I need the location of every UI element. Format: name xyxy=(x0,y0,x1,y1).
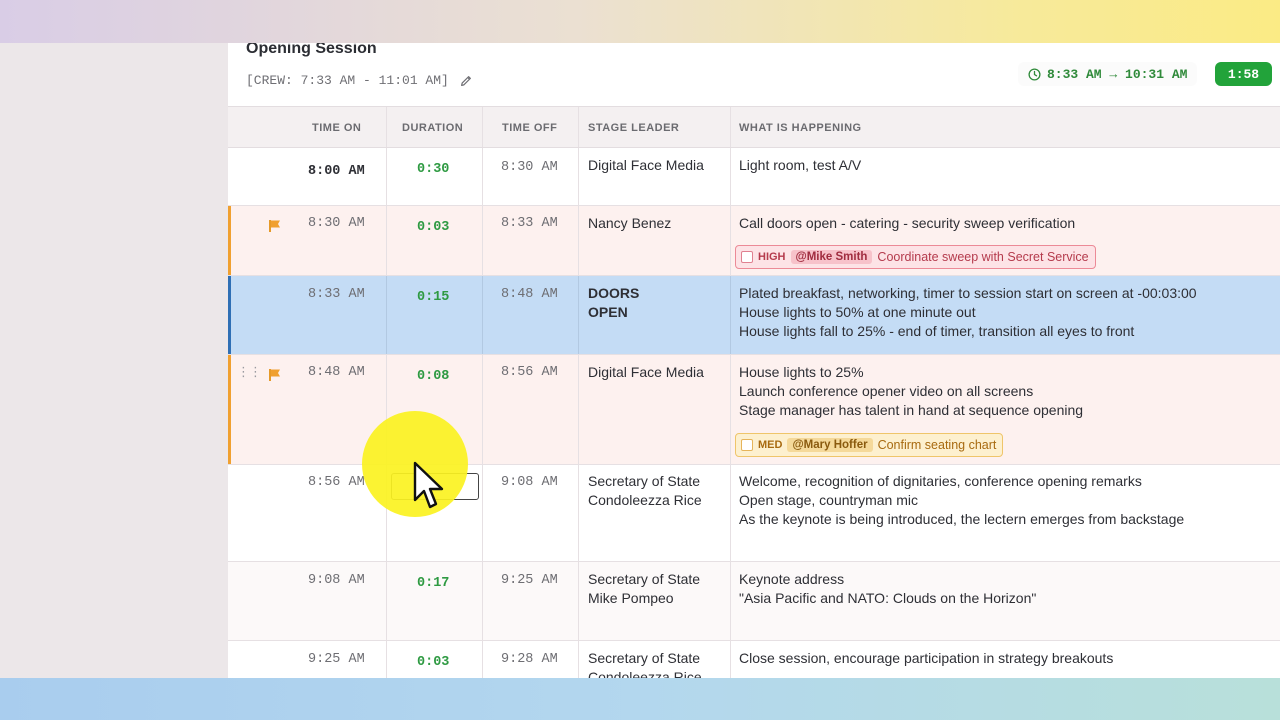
col-time-off[interactable]: TIME OFF xyxy=(502,107,557,148)
table-row[interactable]: 8:30 AM 0:03 8:33 AM Nancy Benez Call do… xyxy=(228,206,1280,276)
task-text: Confirm seating chart xyxy=(877,438,997,452)
left-pane xyxy=(0,43,228,678)
duration[interactable]: 0:30 xyxy=(417,160,449,179)
happening[interactable]: Keynote address "Asia Pacific and NATO: … xyxy=(739,570,1036,608)
happening-line: House lights fall to 25% - end of timer,… xyxy=(739,323,1135,339)
table-row[interactable]: 8:00 AM 0:30 8:30 AM Digital Face Media … xyxy=(228,148,1280,206)
happening-line: "Asia Pacific and NATO: Clouds on the Ho… xyxy=(739,590,1037,606)
time-on[interactable]: 9:25 AM xyxy=(308,650,365,669)
duration[interactable]: 0:17 xyxy=(417,574,449,593)
duration[interactable]: 0:03 xyxy=(417,653,449,672)
session-time-range: 8:33 AM → 10:31 AM xyxy=(1018,62,1198,86)
stage-leader[interactable]: Digital Face Media xyxy=(588,156,704,175)
happening-line[interactable]: Call doors open - catering - security sw… xyxy=(739,214,1075,233)
stage-leader-line: Secretary of State xyxy=(588,650,701,666)
stage-leader[interactable]: Digital Face Media xyxy=(588,363,704,382)
stage-leader-line: Secretary of State xyxy=(588,571,701,587)
col-what-is-happening[interactable]: WHAT IS HAPPENING xyxy=(739,107,862,148)
happening-line: Plated breakfast, networking, timer to s… xyxy=(739,285,1197,301)
time-on[interactable]: 9:08 AM xyxy=(308,571,365,590)
happening-line[interactable]: Close session, encourage participation i… xyxy=(739,649,1113,668)
time-off[interactable]: 9:08 AM xyxy=(501,473,558,492)
time-off[interactable]: 9:25 AM xyxy=(501,571,558,590)
table-header: TIME ON DURATION TIME OFF STAGE LEADER W… xyxy=(228,106,1280,148)
table-row[interactable]: 9:25 AM 0:03 9:28 AM Secretary of State … xyxy=(228,641,1280,678)
top-backdrop xyxy=(0,0,1280,43)
session-title: Opening Session xyxy=(246,43,377,57)
happening-line: Open stage, countryman mic xyxy=(739,492,918,508)
time-on[interactable]: 8:33 AM xyxy=(308,285,365,304)
run-of-show-panel: Opening Session [CREW: 7:33 AM - 11:01 A… xyxy=(228,43,1280,678)
happening[interactable]: Plated breakfast, networking, timer to s… xyxy=(739,284,1197,341)
task-priority: HIGH xyxy=(758,251,786,263)
stage-leader-line: Condoleezza Rice xyxy=(588,669,702,678)
time-on[interactable]: 8:56 AM xyxy=(308,473,365,492)
flag-icon[interactable] xyxy=(268,368,282,382)
task-priority: MED xyxy=(758,439,783,451)
elapsed-badge: 1:58 xyxy=(1215,62,1272,86)
task-checkbox[interactable] xyxy=(741,439,753,451)
duration[interactable]: 0:15 xyxy=(417,288,449,307)
crew-times-label: [CREW: 7:33 AM - 11:01 AM] xyxy=(246,73,449,88)
table-row-active[interactable]: 8:33 AM 0:15 8:48 AM DOORS OPEN Plated b… xyxy=(228,276,1280,355)
happening-line: House lights to 25% xyxy=(739,364,864,380)
time-off[interactable]: 9:28 AM xyxy=(501,650,558,669)
stage-leader[interactable]: Secretary of State Condoleezza Rice xyxy=(588,649,702,678)
time-on[interactable]: 8:48 AM xyxy=(308,363,365,382)
clock-icon xyxy=(1028,67,1041,81)
happening[interactable]: Welcome, recognition of dignitaries, con… xyxy=(739,472,1184,529)
duration[interactable]: 0:08 xyxy=(417,367,449,386)
happening-line: Stage manager has talent in hand at sequ… xyxy=(739,402,1084,418)
happening-line[interactable]: Light room, test A/V xyxy=(739,156,861,175)
time-range-label: 8:33 AM → 10:31 AM xyxy=(1047,66,1188,82)
stage-leader-line: DOORS xyxy=(588,285,640,301)
task-tag[interactable]: HIGH @Mike Smith Coordinate sweep with S… xyxy=(735,245,1096,269)
stage-leader[interactable]: Secretary of State Condoleezza Rice xyxy=(588,472,702,510)
flag-icon[interactable] xyxy=(268,219,282,233)
edit-pencil-icon[interactable] xyxy=(459,74,473,88)
task-assignee[interactable]: @Mike Smith xyxy=(790,250,873,264)
drag-handle-icon[interactable]: ⋮⋮ xyxy=(237,364,262,380)
bottom-backdrop xyxy=(0,678,1280,720)
col-stage-leader[interactable]: STAGE LEADER xyxy=(588,107,679,148)
happening-line: Launch conference opener video on all sc… xyxy=(739,383,1034,399)
task-assignee[interactable]: @Mary Hoffer xyxy=(787,438,873,452)
table-row[interactable]: 9:08 AM 0:17 9:25 AM Secretary of State … xyxy=(228,562,1280,641)
stage-leader-line: Secretary of State xyxy=(588,473,701,489)
crew-times: [CREW: 7:33 AM - 11:01 AM] xyxy=(246,73,473,88)
col-duration[interactable]: DURATION xyxy=(402,107,463,148)
time-off[interactable]: 8:56 AM xyxy=(501,363,558,382)
stage-leader-line: Condoleezza Rice xyxy=(588,492,702,508)
time-off[interactable]: 8:48 AM xyxy=(501,285,558,304)
happening-line: As the keynote is being introduced, the … xyxy=(739,511,1185,527)
time-off[interactable]: 8:30 AM xyxy=(501,158,558,177)
duration[interactable]: 0:03 xyxy=(417,218,449,237)
stage-leader-line: Mike Pompeo xyxy=(588,590,674,606)
happening[interactable]: House lights to 25% Launch conference op… xyxy=(739,363,1083,420)
stage-leader[interactable]: DOORS OPEN xyxy=(588,284,639,322)
time-on[interactable]: 8:00 AM xyxy=(308,162,365,181)
time-on[interactable]: 8:30 AM xyxy=(308,214,365,233)
mouse-cursor-icon xyxy=(413,461,444,509)
stage-leader[interactable]: Nancy Benez xyxy=(588,214,671,233)
happening-line: Keynote address xyxy=(739,571,845,587)
stage-leader-line: OPEN xyxy=(588,304,628,320)
happening-line: House lights to 50% at one minute out xyxy=(739,304,976,320)
task-tag[interactable]: MED @Mary Hoffer Confirm seating chart xyxy=(735,433,1004,457)
time-off[interactable]: 8:33 AM xyxy=(501,214,558,233)
task-checkbox[interactable] xyxy=(741,251,753,263)
happening-line: Welcome, recognition of dignitaries, con… xyxy=(739,473,1142,489)
stage-leader[interactable]: Secretary of State Mike Pompeo xyxy=(588,570,700,608)
task-text: Coordinate sweep with Secret Service xyxy=(877,250,1089,264)
col-time-on[interactable]: TIME ON xyxy=(312,107,361,148)
